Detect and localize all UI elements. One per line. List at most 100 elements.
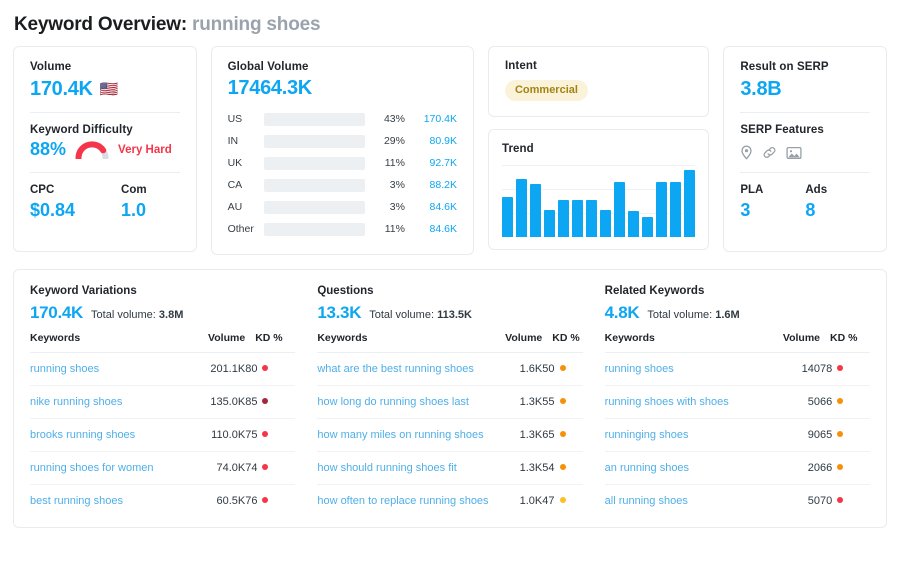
column-header-volume[interactable]: Volume bbox=[502, 332, 542, 353]
global-volume-card: Global Volume 17464.3K US43%170.4KIN29%8… bbox=[211, 46, 474, 255]
column-header-volume[interactable]: Volume bbox=[770, 332, 820, 353]
volume-value: 170.4K bbox=[30, 78, 93, 100]
country-code: IN bbox=[228, 135, 264, 147]
trend-bar bbox=[516, 179, 527, 237]
group-total: Total volume: 113.5K bbox=[369, 309, 472, 321]
serp-card: Result on SERP 3.8B SERP Features bbox=[723, 46, 887, 252]
group-title: Related Keywords bbox=[605, 285, 870, 297]
table-row: running shoes201.1K80 bbox=[30, 353, 295, 386]
pla-ads-group: PLA 3 Ads 8 bbox=[740, 184, 870, 221]
kd-cell: 65 bbox=[820, 419, 870, 452]
keyword-cell: running shoes bbox=[605, 353, 771, 386]
trend-bar bbox=[586, 200, 597, 237]
group-title: Keyword Variations bbox=[30, 285, 295, 297]
group-total-label: Total volume: bbox=[369, 309, 434, 321]
kd-status-dot bbox=[262, 431, 268, 437]
column-header-kd[interactable]: KD % bbox=[820, 332, 870, 353]
image-icon[interactable] bbox=[786, 146, 802, 160]
keyword-link[interactable]: how many miles on running shoes bbox=[317, 429, 483, 441]
kd-status-dot bbox=[560, 431, 566, 437]
map-pin-icon[interactable] bbox=[740, 145, 753, 160]
intent-trend-column: Intent Commercial Trend bbox=[488, 46, 709, 250]
keyword-link[interactable]: running shoes bbox=[605, 363, 674, 375]
serp-features-label: SERP Features bbox=[740, 124, 870, 136]
keyword-tables-section: Keyword Variations170.4KTotal volume: 3.… bbox=[0, 255, 899, 528]
keyword-link[interactable]: how should running shoes fit bbox=[317, 462, 456, 474]
trend-bar bbox=[558, 200, 569, 237]
keyword-link[interactable]: how long do running shoes last bbox=[317, 396, 469, 408]
volume-card: Volume 170.4K 🇺🇸 Keyword Difficulty 88% … bbox=[13, 46, 197, 252]
keyword-cell: all running shoes bbox=[605, 485, 771, 518]
kd-value: 65 bbox=[542, 429, 554, 441]
country-row: Other11%84.6K bbox=[228, 218, 457, 240]
volume-cell: 60.5K bbox=[195, 485, 245, 518]
table-row: runninging shoes9065 bbox=[605, 419, 870, 452]
cpc-value: $0.84 bbox=[30, 200, 75, 221]
column-header-keywords[interactable]: Keywords bbox=[605, 332, 771, 353]
keyword-link[interactable]: brooks running shoes bbox=[30, 429, 135, 441]
country-code: UK bbox=[228, 157, 264, 169]
kd-status-dot bbox=[262, 464, 268, 470]
kd-value: 75 bbox=[245, 429, 257, 441]
divider bbox=[740, 172, 870, 173]
country-volume[interactable]: 84.6K bbox=[415, 223, 457, 235]
keyword-difficulty-value: 88% bbox=[30, 140, 66, 160]
column-header-volume[interactable]: Volume bbox=[195, 332, 245, 353]
country-volume[interactable]: 88.2K bbox=[415, 179, 457, 191]
keyword-cell: nike running shoes bbox=[30, 386, 195, 419]
trend-bar-group bbox=[502, 165, 695, 237]
group-total: Total volume: 3.8M bbox=[91, 309, 183, 321]
table-row: how many miles on running shoes1.3K65 bbox=[317, 419, 582, 452]
country-volume[interactable]: 80.9K bbox=[415, 135, 457, 147]
ads-value: 8 bbox=[805, 200, 827, 221]
global-volume-label: Global Volume bbox=[228, 61, 457, 73]
group-count: 13.3K bbox=[317, 303, 361, 323]
kd-cell: 78 bbox=[820, 353, 870, 386]
keyword-cell: best running shoes bbox=[30, 485, 195, 518]
keyword-link[interactable]: how often to replace running shoes bbox=[317, 495, 488, 507]
country-code: AU bbox=[228, 201, 264, 213]
country-percent: 3% bbox=[375, 201, 405, 213]
kd-value: 54 bbox=[542, 462, 554, 474]
page-title-keyword: running shoes bbox=[192, 14, 320, 35]
keyword-link[interactable]: best running shoes bbox=[30, 495, 123, 507]
kd-cell: 75 bbox=[245, 419, 295, 452]
keyword-link[interactable]: running shoes bbox=[30, 363, 99, 375]
country-code: US bbox=[228, 113, 264, 125]
keyword-cell: running shoes for women bbox=[30, 452, 195, 485]
difficulty-level-label: Very Hard bbox=[118, 144, 172, 156]
table-row: how often to replace running shoes1.0K47 bbox=[317, 485, 582, 518]
ads-metric: Ads 8 bbox=[805, 184, 827, 221]
kd-status-dot bbox=[837, 365, 843, 371]
keyword-link[interactable]: what are the best running shoes bbox=[317, 363, 474, 375]
volume-value-row: 170.4K 🇺🇸 bbox=[30, 78, 180, 100]
kd-cell: 74 bbox=[245, 452, 295, 485]
trend-bar bbox=[684, 170, 695, 237]
link-icon[interactable] bbox=[762, 145, 777, 160]
keyword-link[interactable]: an running shoes bbox=[605, 462, 689, 474]
keyword-link[interactable]: running shoes with shoes bbox=[605, 396, 729, 408]
country-volume[interactable]: 92.7K bbox=[415, 157, 457, 169]
keyword-link[interactable]: all running shoes bbox=[605, 495, 688, 507]
volume-cell: 110.0K bbox=[195, 419, 245, 452]
kd-cell: 66 bbox=[820, 386, 870, 419]
column-header-kd[interactable]: KD % bbox=[245, 332, 295, 353]
volume-cell: 140 bbox=[770, 353, 820, 386]
table-header-row: KeywordsVolumeKD % bbox=[605, 332, 870, 353]
keyword-link[interactable]: nike running shoes bbox=[30, 396, 122, 408]
volume-cell: 135.0K bbox=[195, 386, 245, 419]
trend-chart bbox=[502, 165, 695, 237]
column-header-kd[interactable]: KD % bbox=[542, 332, 582, 353]
kd-cell: 80 bbox=[245, 353, 295, 386]
country-volume[interactable]: 170.4K bbox=[415, 113, 457, 125]
column-header-keywords[interactable]: Keywords bbox=[30, 332, 195, 353]
country-volume[interactable]: 84.6K bbox=[415, 201, 457, 213]
keyword-link[interactable]: runninging shoes bbox=[605, 429, 689, 441]
country-percent: 29% bbox=[375, 135, 405, 147]
column-header-keywords[interactable]: Keywords bbox=[317, 332, 502, 353]
kd-value: 74 bbox=[245, 462, 257, 474]
keyword-link[interactable]: running shoes for women bbox=[30, 462, 154, 474]
trend-card: Trend bbox=[488, 129, 709, 250]
intent-badge[interactable]: Commercial bbox=[505, 80, 588, 101]
divider bbox=[30, 172, 180, 173]
